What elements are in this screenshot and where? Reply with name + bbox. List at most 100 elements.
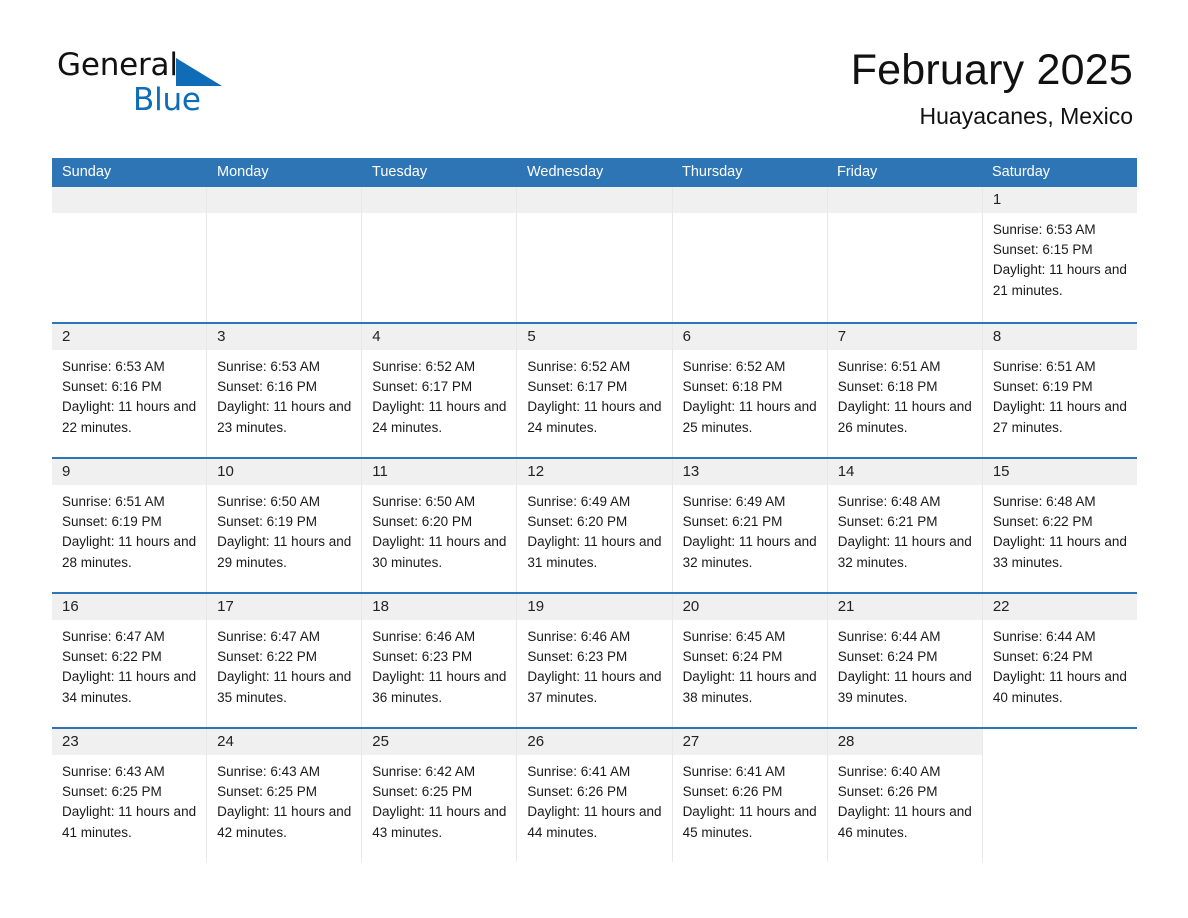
sunset-text: Sunset: 6:23 PM — [372, 649, 473, 665]
calendar-day-cell[interactable]: 18 Sunrise: 6:46 AM Sunset: 6:23 PM Dayligh… — [362, 594, 518, 727]
sunrise-text: Sunrise: 6:50 AM — [372, 494, 476, 509]
daylight-text: Daylight: 11 hours and 24 minutes. — [527, 399, 662, 435]
sunrise-text: Sunrise: 6:47 AM — [62, 629, 165, 644]
day-number: 13 — [672, 459, 827, 485]
daylight-text: Daylight: 11 hours and 34 minutes. — [62, 669, 197, 705]
day-number: 5 — [517, 324, 672, 350]
day-details: Sunrise: 6:53 AM Sunset: 6:16 PM Daylight:… — [52, 350, 206, 438]
sunset-text: Sunset: 6:25 PM — [217, 784, 317, 800]
sunset-text: Sunset: 6:24 PM — [992, 649, 1093, 665]
general-blue-logo[interactable]: General Blue — [57, 50, 387, 128]
day-number: 7 — [827, 324, 982, 350]
day-details: Sunrise: 6:53 AM Sunset: 6:16 PM Daylight:… — [207, 350, 361, 438]
day-details: Sunrise: 6:46 AM Sunset: 6:23 PM Daylight:… — [362, 620, 516, 708]
day-number: 28 — [827, 729, 982, 755]
day-number: 20 — [672, 594, 827, 620]
day-number: 1 — [982, 187, 1137, 213]
day-number: 8 — [982, 324, 1137, 350]
calendar-week-row: 2 Sunrise: 6:53 AM Sunset: 6:16 PM Daylight… — [52, 322, 1137, 457]
day-details: Sunrise: 6:47 AM Sunset: 6:22 PM Daylight:… — [52, 620, 206, 708]
calendar-day-cell[interactable]: 20 Sunrise: 6:45 AM Sunset: 6:24 PM Dayligh… — [672, 594, 828, 727]
day-details: Sunrise: 6:48 AM Sunset: 6:22 PM Daylight:… — [983, 485, 1137, 573]
day-number: 6 — [672, 324, 827, 350]
logo-line-general: General — [57, 50, 387, 86]
daylight-text: Daylight: 11 hours and 32 minutes. — [837, 534, 972, 570]
day-number: 17 — [207, 594, 362, 620]
day-number: 24 — [207, 729, 362, 755]
calendar-day-cell[interactable]: 13 Sunrise: 6:49 AM Sunset: 6:21 PM Dayligh… — [672, 459, 828, 592]
daylight-text: Daylight: 11 hours and 26 minutes. — [837, 399, 972, 435]
calendar-day-cell[interactable]: 14 Sunrise: 6:48 AM Sunset: 6:21 PM Dayligh… — [827, 459, 983, 592]
sunset-text: Sunset: 6:25 PM — [372, 784, 473, 800]
weekday-header-monday: Monday — [217, 164, 269, 180]
calendar-day-cell[interactable]: 10 Sunrise: 6:50 AM Sunset: 6:19 PM Dayligh… — [207, 459, 363, 592]
calendar-day-cell[interactable]: 12 Sunrise: 6:49 AM Sunset: 6:20 PM Dayligh… — [517, 459, 673, 592]
calendar-day-cell[interactable]: 16 Sunrise: 6:47 AM Sunset: 6:22 PM Dayligh… — [52, 594, 208, 727]
day-details: Sunrise: 6:42 AM Sunset: 6:25 PM Daylight:… — [362, 755, 516, 843]
weekday-header-saturday: Saturday — [992, 164, 1051, 180]
calendar-day-cell[interactable]: 4 Sunrise: 6:52 AM Sunset: 6:17 PM Daylight… — [362, 324, 518, 457]
day-details: Sunrise: 6:52 AM Sunset: 6:17 PM Daylight:… — [362, 350, 516, 438]
calendar-day-cell[interactable]: 2 Sunrise: 6:53 AM Sunset: 6:16 PM Daylight… — [52, 324, 208, 457]
day-number: 16 — [52, 594, 207, 620]
day-details: Sunrise: 6:51 AM Sunset: 6:19 PM Daylight:… — [52, 485, 206, 573]
daylight-text: Daylight: 11 hours and 30 minutes. — [372, 534, 507, 570]
calendar-day-cell[interactable]: 23 Sunrise: 6:43 AM Sunset: 6:25 PM Dayligh… — [52, 729, 208, 862]
day-number — [672, 187, 827, 213]
sunset-text: Sunset: 6:21 PM — [837, 514, 938, 530]
day-details: Sunrise: 6:52 AM Sunset: 6:18 PM Daylight:… — [673, 350, 827, 438]
calendar-day-cell[interactable]: 8 Sunrise: 6:51 AM Sunset: 6:19 PM Daylight… — [982, 324, 1137, 457]
calendar-day-cell[interactable]: 26 Sunrise: 6:41 AM Sunset: 6:26 PM Dayligh… — [517, 729, 673, 862]
daylight-text: Daylight: 11 hours and 29 minutes. — [217, 534, 352, 570]
daylight-text: Daylight: 11 hours and 24 minutes. — [372, 399, 507, 435]
sunrise-text: Sunrise: 6:46 AM — [527, 629, 631, 644]
sunset-text: Sunset: 6:25 PM — [62, 784, 162, 800]
calendar-day-cell[interactable]: 6 Sunrise: 6:52 AM Sunset: 6:18 PM Daylight… — [672, 324, 828, 457]
daylight-text: Daylight: 11 hours and 39 minutes. — [837, 669, 972, 705]
sunset-text: Sunset: 6:26 PM — [527, 784, 628, 800]
sunrise-text: Sunrise: 6:44 AM — [837, 629, 941, 644]
calendar-day-cell[interactable]: 17 Sunrise: 6:47 AM Sunset: 6:22 PM Dayligh… — [207, 594, 363, 727]
calendar-day-cell[interactable]: 7 Sunrise: 6:51 AM Sunset: 6:18 PM Daylight… — [827, 324, 983, 457]
daylight-text: Daylight: 11 hours and 45 minutes. — [682, 804, 817, 840]
day-details: Sunrise: 6:52 AM Sunset: 6:17 PM Daylight:… — [517, 350, 671, 438]
daylight-text: Daylight: 11 hours and 37 minutes. — [527, 669, 662, 705]
logo-text-general: General — [57, 47, 178, 83]
weekday-header-wednesday: Wednesday — [527, 164, 604, 180]
sunrise-text: Sunrise: 6:53 AM — [992, 222, 1096, 237]
sunrise-text: Sunrise: 6:43 AM — [217, 764, 320, 779]
sunrise-text: Sunrise: 6:43 AM — [62, 764, 165, 779]
masthead: General Blue February 2025 Huayacanes, M… — [0, 0, 1188, 129]
calendar-day-cell[interactable]: 25 Sunrise: 6:42 AM Sunset: 6:25 PM Dayligh… — [362, 729, 518, 862]
sunset-text: Sunset: 6:22 PM — [62, 649, 162, 665]
day-details: Sunrise: 6:50 AM Sunset: 6:19 PM Daylight:… — [207, 485, 361, 573]
sunset-text: Sunset: 6:24 PM — [837, 649, 938, 665]
calendar-day-cell[interactable]: 19 Sunrise: 6:46 AM Sunset: 6:23 PM Dayligh… — [517, 594, 673, 727]
calendar-day-cell[interactable]: 11 Sunrise: 6:50 AM Sunset: 6:20 PM Dayligh… — [362, 459, 518, 592]
calendar-day-cell[interactable]: 3 Sunrise: 6:53 AM Sunset: 6:16 PM Daylight… — [207, 324, 363, 457]
day-details: Sunrise: 6:45 AM Sunset: 6:24 PM Daylight:… — [673, 620, 827, 708]
calendar-day-cell[interactable]: 15 Sunrise: 6:48 AM Sunset: 6:22 PM Dayligh… — [982, 459, 1137, 592]
calendar-table: Sunday Monday Tuesday Wednesday Thursday… — [52, 158, 1137, 862]
calendar-day-cell[interactable]: 21 Sunrise: 6:44 AM Sunset: 6:24 PM Dayligh… — [827, 594, 983, 727]
calendar-day-cell[interactable]: 9 Sunrise: 6:51 AM Sunset: 6:19 PM Daylight… — [52, 459, 208, 592]
day-number — [207, 187, 362, 213]
day-details: Sunrise: 6:44 AM Sunset: 6:24 PM Daylight:… — [828, 620, 982, 708]
sunset-text: Sunset: 6:22 PM — [992, 514, 1093, 530]
triangle-logo-icon — [175, 58, 222, 92]
day-details: Sunrise: 6:47 AM Sunset: 6:22 PM Daylight:… — [207, 620, 361, 708]
sunrise-text: Sunrise: 6:42 AM — [372, 764, 476, 779]
calendar-day-cell[interactable]: 27 Sunrise: 6:41 AM Sunset: 6:26 PM Dayligh… — [672, 729, 828, 862]
daylight-text: Daylight: 11 hours and 25 minutes. — [682, 399, 817, 435]
calendar-day-cell[interactable]: 24 Sunrise: 6:43 AM Sunset: 6:25 PM Dayligh… — [207, 729, 363, 862]
calendar-day-cell[interactable]: 22 Sunrise: 6:44 AM Sunset: 6:24 PM Dayligh… — [982, 594, 1137, 727]
calendar-day-cell[interactable]: 1 Sunrise: 6:53 AM Sunset: 6:15 PM Daylight… — [982, 187, 1137, 322]
calendar-day-cell[interactable]: 28 Sunrise: 6:40 AM Sunset: 6:26 PM Dayligh… — [827, 729, 983, 862]
calendar-day-cell[interactable]: 5 Sunrise: 6:52 AM Sunset: 6:17 PM Daylight… — [517, 324, 673, 457]
calendar-day-cell-empty — [517, 187, 673, 322]
sunrise-text: Sunrise: 6:51 AM — [837, 359, 941, 374]
day-number — [517, 187, 672, 213]
daylight-text: Daylight: 11 hours and 32 minutes. — [682, 534, 817, 570]
daylight-text: Daylight: 11 hours and 38 minutes. — [682, 669, 817, 705]
calendar-weeks: 1 Sunrise: 6:53 AM Sunset: 6:15 PM Daylight… — [52, 187, 1137, 862]
